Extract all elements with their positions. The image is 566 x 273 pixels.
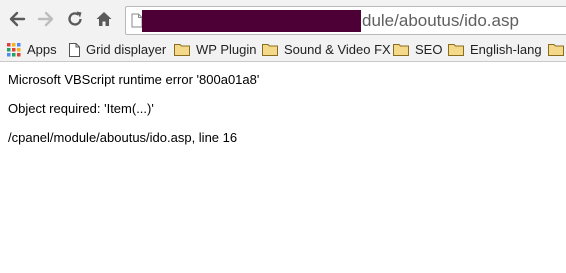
home-icon [96,12,112,26]
browser-toolbar: dule/aboutus/ido.asp [0,0,566,37]
redacted-url-segment [142,10,361,32]
url-text: dule/aboutus/ido.asp [362,11,519,30]
folder-icon [262,44,278,56]
bookmark-label: English-lang [470,42,542,57]
apps-grid-icon [7,42,21,56]
bookmark-label: WP Plugin [196,42,257,57]
folder-icon [174,44,190,56]
bookmark-apps[interactable]: Apps [7,41,57,58]
folder-icon [548,44,564,56]
back-arrow-icon [9,11,26,27]
bookmark-grid-displayer[interactable]: Grid displayer [69,41,166,58]
error-title: Microsoft VBScript runtime error '800a01… [8,72,260,87]
bookmark-seo[interactable]: SEO [393,41,442,58]
bookmark-wp-plugin[interactable]: WP Plugin [174,41,256,58]
error-page-content: Microsoft VBScript runtime error '800a01… [8,72,259,159]
back-button[interactable] [7,9,27,29]
home-button[interactable] [94,9,114,29]
folder-icon [448,44,464,56]
bookmark-truncated[interactable] [548,41,566,58]
page-icon [69,42,80,57]
folder-icon [393,44,409,56]
bookmark-label: SEO [415,42,443,57]
error-location: /cpanel/module/aboutus/ido.asp, line 16 [8,130,238,145]
bookmark-label: Grid displayer [86,42,167,57]
error-message: Object required: 'Item(...)' [8,101,154,116]
reload-icon [68,11,82,26]
bookmark-sound-video-fx[interactable]: Sound & Video FX [262,41,391,58]
bookmarks-bar: Apps Grid displayer WP Plugin Sound & Vi… [0,37,566,62]
reload-button[interactable] [65,9,85,29]
bookmark-label: Sound & Video FX [284,42,391,57]
address-bar[interactable]: dule/aboutus/ido.asp [125,6,566,35]
forward-button[interactable] [36,9,56,29]
bookmark-label: Apps [27,42,57,57]
bookmark-english-lang[interactable]: English-lang [448,41,542,58]
forward-arrow-icon [37,11,54,27]
